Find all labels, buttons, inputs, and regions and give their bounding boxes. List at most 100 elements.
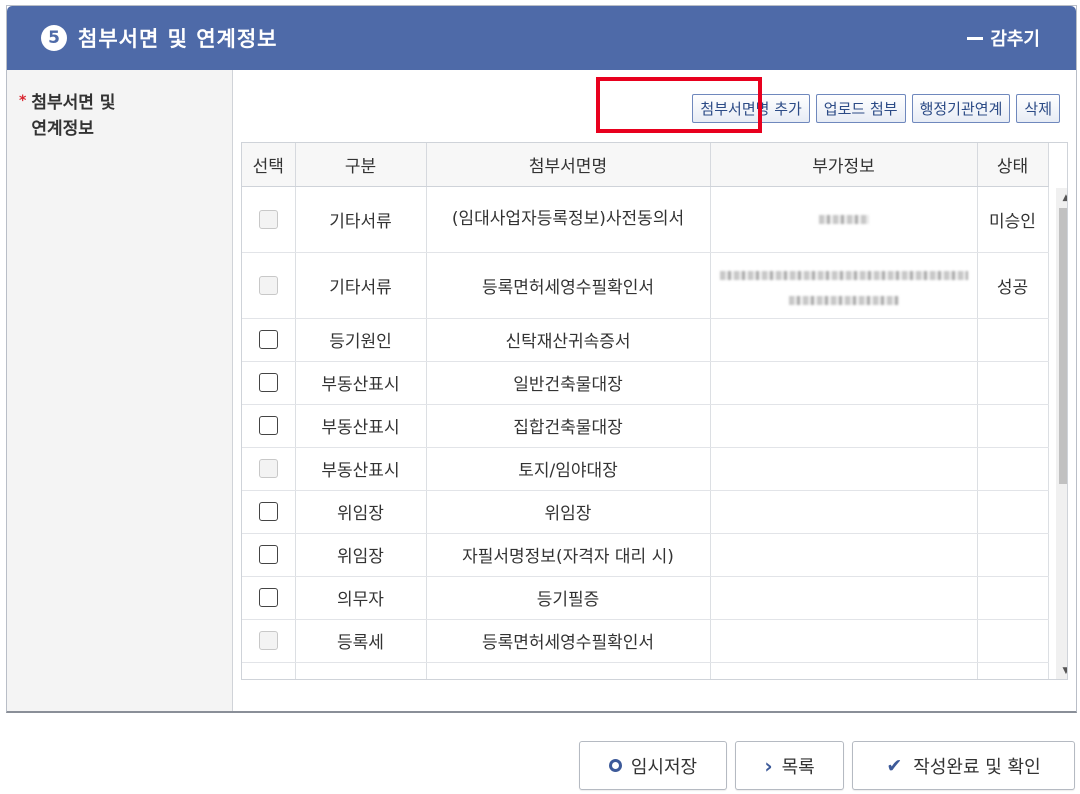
redacted-info bbox=[818, 214, 869, 224]
doc-name-cell: 토지/임야대장 bbox=[426, 447, 711, 491]
col-header-select: 선택 bbox=[242, 143, 296, 187]
extra-info-cell bbox=[710, 533, 978, 577]
agency-link-button[interactable]: 행정기관연계 bbox=[911, 94, 1011, 123]
redacted-info bbox=[788, 295, 899, 305]
extra-info-cell bbox=[710, 404, 978, 448]
redacted-info bbox=[719, 270, 968, 280]
row-checkbox[interactable] bbox=[258, 330, 278, 349]
complete-confirm-label: 작성완료 및 확인 bbox=[913, 756, 1041, 778]
row-checkbox[interactable] bbox=[258, 416, 278, 435]
col-header-category: 구분 bbox=[295, 143, 427, 187]
table-row: 부동산표시 집합건축물대장 bbox=[242, 404, 1049, 448]
section-body: * 첨부서면 및 연계정보 첨부서면명 추가 업로드 첨부 행정기관연계 삭제 bbox=[7, 70, 1076, 711]
scroll-down-arrow-icon[interactable]: ▼ bbox=[1056, 661, 1067, 679]
check-icon: ✔ bbox=[886, 754, 903, 777]
extra-info-cell bbox=[710, 619, 978, 663]
complete-confirm-button[interactable]: ✔ 작성완료 및 확인 bbox=[852, 741, 1075, 790]
doc-name-cell: 자필서명정보(자격자 대리 시) bbox=[426, 533, 711, 577]
chevron-right-icon: › bbox=[764, 753, 773, 778]
step-number-badge: 5 bbox=[41, 25, 67, 51]
status-cell: 미승인 bbox=[977, 186, 1049, 253]
category-cell: 부동산표시 bbox=[295, 447, 427, 491]
status-cell: 성공 bbox=[977, 252, 1049, 319]
extra-info-cell bbox=[710, 490, 978, 534]
temp-save-label: 임시저장 bbox=[630, 756, 698, 778]
row-checkbox[interactable] bbox=[258, 502, 278, 521]
required-mark: * bbox=[19, 93, 27, 109]
row-checkbox bbox=[258, 275, 278, 295]
doc-name-cell: 집합건축물대장 bbox=[426, 404, 711, 448]
attachment-table: 선택 구분 첨부서면명 부가정보 상태 기타서류 (임대사업자등록정보)사전동의… bbox=[242, 143, 1049, 679]
col-header-status: 상태 bbox=[977, 143, 1049, 187]
row-checkbox bbox=[258, 631, 278, 650]
table-row: 기타서류 등록면허세영수필확인서 성공 bbox=[242, 252, 1049, 319]
doc-name-cell: 신탁재산귀속증서 bbox=[426, 318, 711, 362]
table-row: 기타서류 (임대사업자등록정보)사전동의서 미승인 bbox=[242, 186, 1049, 253]
table-toolbar: 첨부서면명 추가 업로드 첨부 행정기관연계 삭제 bbox=[692, 94, 1060, 123]
status-cell bbox=[977, 576, 1049, 620]
add-doc-name-button[interactable]: 첨부서면명 추가 bbox=[692, 94, 810, 123]
status-cell bbox=[977, 533, 1049, 577]
table-header-row: 선택 구분 첨부서면명 부가정보 상태 bbox=[242, 143, 1049, 187]
category-cell: 의무자 bbox=[295, 576, 427, 620]
status-cell bbox=[977, 404, 1049, 448]
attachment-section-panel: 5 첨부서면 및 연계정보 감추기 * 첨부서면 및 연계정보 첨부서면명 추가… bbox=[6, 5, 1077, 713]
extra-info-cell bbox=[710, 576, 978, 620]
section-title: 첨부서면 및 연계정보 bbox=[78, 27, 278, 51]
field-label: * 첨부서면 및 연계정보 bbox=[19, 90, 232, 142]
extra-info-cell bbox=[710, 186, 978, 253]
table-row: 위임장 자필서명정보(자격자 대리 시) bbox=[242, 533, 1049, 577]
doc-name-cell: 위임장 bbox=[426, 490, 711, 534]
field-label-line2: 연계정보 bbox=[31, 119, 94, 139]
category-cell: 기타서류 bbox=[295, 252, 427, 319]
doc-name-cell: 일반건축물대장 bbox=[426, 361, 711, 405]
extra-info-cell bbox=[710, 318, 978, 362]
scroll-up-arrow-icon[interactable]: ▲ bbox=[1056, 188, 1067, 208]
row-checkbox bbox=[258, 209, 278, 229]
minus-icon bbox=[967, 36, 984, 40]
section-header: 5 첨부서면 및 연계정보 감추기 bbox=[7, 6, 1076, 70]
footer-actions: 임시저장 › 목록 ✔ 작성완료 및 확인 bbox=[579, 741, 1075, 790]
category-cell: 위임장 bbox=[295, 533, 427, 577]
attachment-table-container: 선택 구분 첨부서면명 부가정보 상태 기타서류 (임대사업자등록정보)사전동의… bbox=[241, 142, 1068, 680]
status-cell bbox=[977, 490, 1049, 534]
status-cell bbox=[977, 361, 1049, 405]
row-checkbox[interactable] bbox=[258, 373, 278, 392]
field-label-column: * 첨부서면 및 연계정보 bbox=[7, 70, 233, 711]
upload-attach-button[interactable]: 업로드 첨부 bbox=[815, 94, 906, 123]
category-cell: 위임장 bbox=[295, 490, 427, 534]
category-cell: 기타서류 bbox=[295, 186, 427, 253]
circle-icon bbox=[608, 759, 622, 772]
row-checkbox[interactable] bbox=[258, 588, 278, 607]
table-row: 의무자 등기필증 bbox=[242, 576, 1049, 620]
status-cell bbox=[977, 447, 1049, 491]
row-checkbox bbox=[258, 459, 278, 478]
doc-name-cell: (임대사업자등록정보)사전동의서 bbox=[426, 186, 711, 253]
col-header-doc-name: 첨부서면명 bbox=[426, 143, 711, 187]
doc-name-cell: 등기필증 bbox=[426, 576, 711, 620]
table-row: 부동산표시 토지/임야대장 bbox=[242, 447, 1049, 491]
col-header-extra-info: 부가정보 bbox=[710, 143, 978, 187]
list-label: 목록 bbox=[781, 756, 815, 778]
table-row: 위임장 위임장 bbox=[242, 490, 1049, 534]
row-checkbox[interactable] bbox=[258, 545, 278, 564]
field-label-line1: 첨부서면 및 bbox=[31, 93, 116, 113]
table-row bbox=[242, 662, 1049, 679]
category-cell: 부동산표시 bbox=[295, 361, 427, 405]
table-row: 등기원인 신탁재산귀속증서 bbox=[242, 318, 1049, 362]
status-cell bbox=[977, 318, 1049, 362]
collapse-label: 감추기 bbox=[990, 29, 1040, 50]
table-scrollbar[interactable]: ▲ ▼ bbox=[1056, 188, 1067, 679]
delete-button[interactable]: 삭제 bbox=[1016, 94, 1060, 123]
temp-save-button[interactable]: 임시저장 bbox=[579, 741, 727, 790]
category-cell: 부동산표시 bbox=[295, 404, 427, 448]
doc-name-cell: 등록면허세영수필확인서 bbox=[426, 619, 711, 663]
scrollbar-thumb[interactable] bbox=[1059, 208, 1067, 484]
status-cell bbox=[977, 619, 1049, 663]
doc-name-cell: 등록면허세영수필확인서 bbox=[426, 252, 711, 319]
extra-info-cell bbox=[710, 252, 978, 319]
category-cell: 등기원인 bbox=[295, 318, 427, 362]
collapse-button[interactable]: 감추기 bbox=[967, 6, 1040, 70]
field-content: 첨부서면명 추가 업로드 첨부 행정기관연계 삭제 선택 구분 첨부서면명 부가… bbox=[233, 70, 1076, 711]
list-button[interactable]: › 목록 bbox=[735, 741, 844, 790]
